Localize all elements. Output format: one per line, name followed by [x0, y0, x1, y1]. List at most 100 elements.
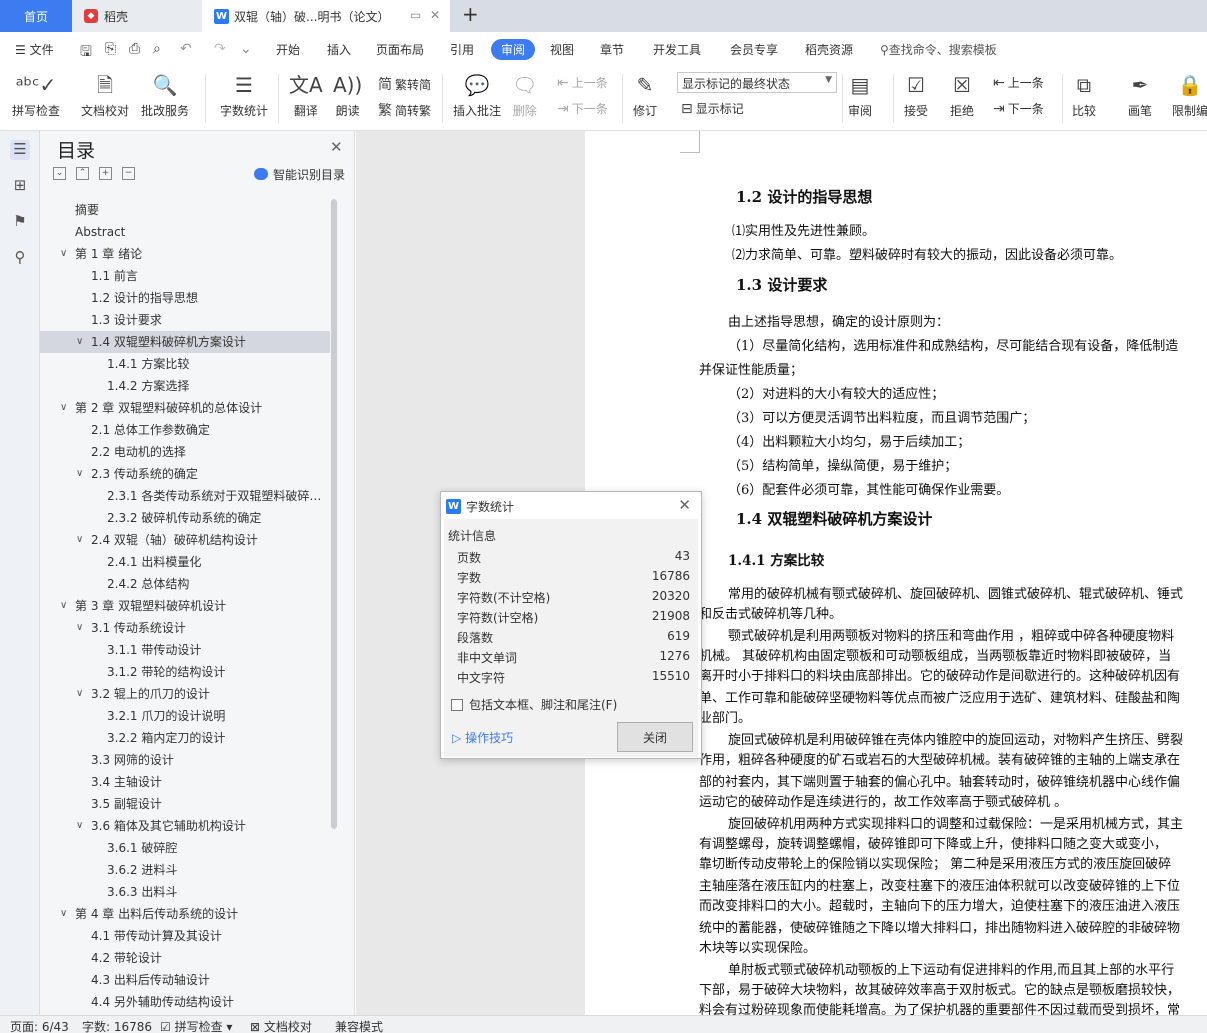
trad-to-simp-button[interactable]: 简繁转简 [378, 74, 431, 94]
toc-item[interactable]: 2.3.1 各类传动系统对于双辊塑料破碎 ... [40, 485, 330, 507]
compare-button[interactable]: ⧉ 比较 [1072, 70, 1096, 119]
next-change-button[interactable]: ⇥ 下一条 [993, 100, 1044, 117]
doc-check-status[interactable]: ⊠ 文档校对 [250, 1018, 312, 1033]
include-textbox-checkbox[interactable]: 包括文本框、脚注和尾注(F) [451, 696, 617, 713]
menu-item-chapter[interactable]: 章节 [600, 41, 624, 58]
reject-button[interactable]: ☒ 拒绝 [950, 70, 974, 119]
chevron-down-icon[interactable]: ∨ [76, 815, 83, 837]
toc-item[interactable]: 1.4.1 方案比较 [40, 353, 330, 375]
toc-item[interactable]: ∨ 第 4 章 出料后传动系统的设计 [40, 903, 330, 925]
print-preview-icon[interactable]: ⌕ [153, 41, 161, 57]
toc-item[interactable]: 3.2.1 爪刀的设计说明 [40, 705, 330, 727]
insert-comment-button[interactable]: 💬 插入批注 [453, 70, 501, 119]
show-markup-button[interactable]: ⊟ 显示标记 [681, 100, 744, 117]
prev-comment-button[interactable]: ⇤ 上一条 [557, 74, 608, 91]
window-restore-icon[interactable]: ▭ [410, 8, 421, 22]
toc-item[interactable]: 3.5 副辊设计 [40, 793, 330, 815]
expand-icon[interactable]: ⌃ [76, 167, 89, 180]
accept-button[interactable]: ☑ 接受 [904, 70, 928, 119]
chevron-down-icon[interactable]: ∨ [60, 397, 67, 419]
toc-item[interactable]: 摘要 [40, 199, 330, 221]
menu-item-review[interactable]: 审阅 [491, 39, 535, 60]
read-aloud-button[interactable]: A)) 朗读 [333, 70, 362, 119]
chapter-nav-icon[interactable]: ⊞ [10, 176, 30, 196]
toc-item[interactable]: 3.3 网筛的设计 [40, 749, 330, 771]
collapse-all-icon[interactable]: ⌄ [53, 167, 66, 180]
chevron-down-icon[interactable]: ∨ [76, 529, 83, 551]
tab-docer[interactable]: ◆ 稻壳 [72, 0, 202, 32]
delete-comment-button[interactable]: 🗨 删除 [512, 70, 537, 119]
toc-item[interactable]: ∨ 第 1 章 绪论 [40, 243, 330, 265]
word-count-indicator[interactable]: 字数: 16786 [82, 1018, 152, 1033]
menu-item-member[interactable]: 会员专享 [730, 41, 778, 58]
review-pane-button[interactable]: ▤ 审阅 [848, 70, 872, 119]
toc-item[interactable]: 2.1 总体工作参数确定 [40, 419, 330, 441]
toc-item[interactable]: 3.2.2 箱内定刀的设计 [40, 727, 330, 749]
toc-item[interactable]: 3.1.1 带传动设计 [40, 639, 330, 661]
menu-item-page-layout[interactable]: 页面布局 [376, 41, 424, 58]
toc-item[interactable]: 3.1.2 带轮的结构设计 [40, 661, 330, 683]
toc-item[interactable]: 3.4 主轴设计 [40, 771, 330, 793]
toc-item[interactable]: 4.4 另外辅助传动结构设计 [40, 991, 330, 1013]
remove-heading-icon[interactable]: − [122, 167, 135, 180]
toc-item[interactable]: 1.1 前言 [40, 265, 330, 287]
toc-item[interactable]: 4.3 出料后传动轴设计 [40, 969, 330, 991]
find-icon[interactable]: ⚲ [10, 248, 30, 268]
close-icon[interactable]: ✕ [678, 496, 691, 514]
spell-check-button[interactable]: ᵃᵇᶜ✓ 拼写检查 [12, 70, 60, 119]
add-heading-icon[interactable]: + [99, 167, 112, 180]
markup-display-select[interactable]: 显示标记的最终状态 ▼ [677, 72, 837, 93]
toc-item[interactable]: ∨ 第 3 章 双辊塑料破碎机设计 [40, 595, 330, 617]
chevron-down-icon[interactable]: ∨ [76, 331, 83, 353]
toc-item[interactable]: ∨ 第 2 章 双辊塑料破碎机的总体设计 [40, 397, 330, 419]
toc-item[interactable]: Abstract [40, 221, 330, 243]
menu-item-docer-resources[interactable]: 稻壳资源 [805, 41, 853, 58]
tab-home[interactable]: 首页 [0, 0, 72, 32]
toc-item[interactable]: ∨ 3.1 传动系统设计 [40, 617, 330, 639]
undo-icon[interactable]: ↶ [180, 41, 192, 57]
toc-item[interactable]: ∨ 1.4 双辊塑料破碎机方案设计 [40, 331, 330, 353]
toc-panel-icon[interactable]: ☰ [10, 140, 30, 160]
close-button[interactable]: 关闭 [617, 722, 693, 752]
save-icon[interactable]: 🖫 [80, 41, 92, 65]
smart-toc-button[interactable]: 智能识别目录 [254, 166, 345, 183]
chevron-down-icon[interactable]: ∨ [60, 595, 67, 617]
chevron-down-icon[interactable]: ∨ [60, 903, 67, 925]
next-comment-button[interactable]: ⇥ 下一条 [557, 100, 608, 117]
new-tab-plus-icon[interactable]: + [462, 2, 479, 26]
toc-item[interactable]: 1.2 设计的指导思想 [40, 287, 330, 309]
pen-button[interactable]: ✒ 画笔 [1128, 70, 1152, 119]
doc-check-button[interactable]: 🗎 文档校对 [81, 70, 129, 119]
menu-item-developer[interactable]: 开发工具 [653, 41, 701, 58]
tips-link[interactable]: ▷ 操作技巧 [452, 729, 513, 746]
export-pdf-icon[interactable]: ⎘ [105, 41, 116, 57]
translate-button[interactable]: 文A 翻译 [289, 70, 323, 119]
tab-close-icon[interactable]: ✕ [430, 8, 440, 22]
toc-item[interactable]: ∨ 2.4 双辊（轴）破碎机结构设计 [40, 529, 330, 551]
toc-item[interactable]: 3.6.1 破碎腔 [40, 837, 330, 859]
page-indicator[interactable]: 页面: 6/43 [10, 1018, 69, 1033]
toc-item[interactable]: 2.4.2 总体结构 [40, 573, 330, 595]
file-menu[interactable]: ☰ 文件 [15, 41, 54, 58]
command-search[interactable]: ⚲查找命令、搜索模板 [880, 41, 997, 58]
toc-item[interactable]: 1.4.2 方案选择 [40, 375, 330, 397]
toc-scrollbar[interactable] [331, 199, 337, 829]
toc-item[interactable]: 2.4.1 出料模量化 [40, 551, 330, 573]
menu-item-insert[interactable]: 插入 [327, 41, 351, 58]
menu-item-view[interactable]: 视图 [550, 41, 574, 58]
toc-item[interactable]: 2.3.2 破碎机传动系统的确定 [40, 507, 330, 529]
spell-check-status[interactable]: ☑ 拼写检查 ▾ [160, 1018, 232, 1033]
toc-item[interactable]: 4.2 带轮设计 [40, 947, 330, 969]
print-icon[interactable]: ⎙ [129, 41, 140, 57]
prev-change-button[interactable]: ⇤ 上一条 [993, 74, 1044, 91]
toc-item[interactable]: 4.1 带传动计算及其设计 [40, 925, 330, 947]
toc-item[interactable]: 2.2 电动机的选择 [40, 441, 330, 463]
menu-item-references[interactable]: 引用 [450, 41, 474, 58]
track-changes-button[interactable]: ✎ 修订 [633, 70, 657, 119]
restrict-editing-button[interactable]: 🔒 限制编 [1172, 70, 1207, 119]
batch-service-button[interactable]: 🔍 批改服务 [141, 70, 189, 119]
toc-item[interactable]: ∨ 3.2 辊上的爪刀的设计 [40, 683, 330, 705]
chevron-down-icon[interactable]: ∨ [76, 683, 83, 705]
chevron-down-icon[interactable]: ∨ [76, 463, 83, 485]
simp-to-trad-button[interactable]: 繁简转繁 [378, 100, 431, 120]
